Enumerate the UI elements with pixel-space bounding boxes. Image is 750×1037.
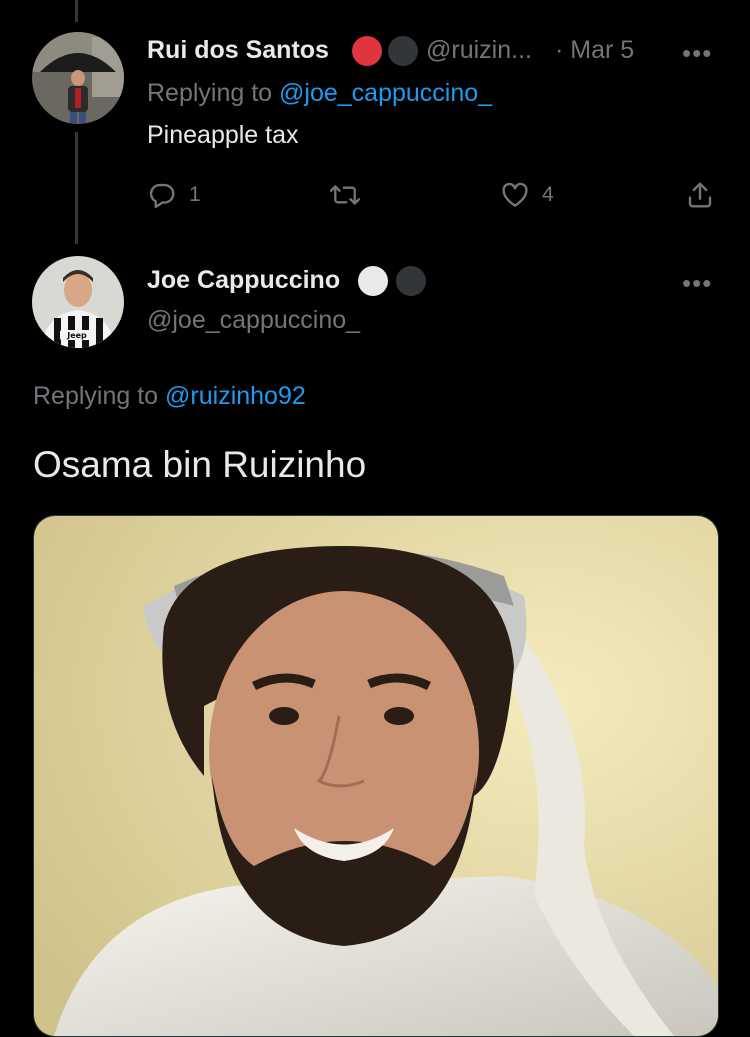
like-count: 4 bbox=[542, 183, 554, 206]
author-handle[interactable]: @ruizin... bbox=[426, 36, 532, 65]
author-handle[interactable]: @joe_cappuccino_ bbox=[147, 306, 360, 335]
heart-icon bbox=[502, 182, 528, 207]
badge-dark bbox=[388, 36, 418, 66]
replying-label: Replying to bbox=[33, 382, 159, 410]
author-name[interactable]: Rui dos Santos bbox=[147, 36, 329, 65]
badge-white bbox=[358, 266, 388, 296]
share-icon bbox=[688, 182, 712, 208]
badge-dark bbox=[396, 266, 426, 296]
more-icon[interactable]: ••• bbox=[682, 270, 712, 296]
replying-to-link[interactable]: @ruizinho92 bbox=[165, 382, 306, 410]
avatar-joe[interactable]: Jeep bbox=[32, 256, 124, 348]
more-icon[interactable]: ••• bbox=[682, 40, 712, 66]
avatar-rui[interactable] bbox=[32, 32, 124, 124]
retweet-icon bbox=[329, 185, 361, 205]
reply-icon bbox=[149, 183, 175, 209]
replying-to-link[interactable]: @joe_cappuccino_ bbox=[279, 79, 492, 107]
svg-text:Jeep: Jeep bbox=[66, 331, 87, 340]
author-name[interactable]: Joe Cappuccino bbox=[147, 266, 340, 295]
like-button[interactable]: 4 bbox=[500, 180, 554, 210]
tweet-media-image[interactable] bbox=[33, 515, 719, 1037]
replying-to-line: Replying to @joe_cappuccino_ bbox=[147, 79, 492, 108]
badge-red bbox=[352, 36, 382, 66]
tweet-text: Pineapple tax bbox=[147, 121, 299, 149]
replying-label: Replying to bbox=[147, 79, 273, 107]
reply-count: 1 bbox=[189, 183, 201, 206]
tweet-date[interactable]: · Mar 5 bbox=[555, 36, 634, 65]
retweet-button[interactable] bbox=[328, 180, 374, 210]
tweet-text: Osama bin Ruizinho bbox=[33, 444, 367, 485]
replying-to-line: Replying to @ruizinho92 bbox=[33, 382, 306, 411]
photo bbox=[34, 516, 718, 1036]
reply-button[interactable]: 1 bbox=[147, 180, 201, 210]
share-button[interactable] bbox=[685, 180, 715, 210]
thread-line bbox=[75, 132, 78, 244]
thread-line-top bbox=[75, 0, 78, 22]
